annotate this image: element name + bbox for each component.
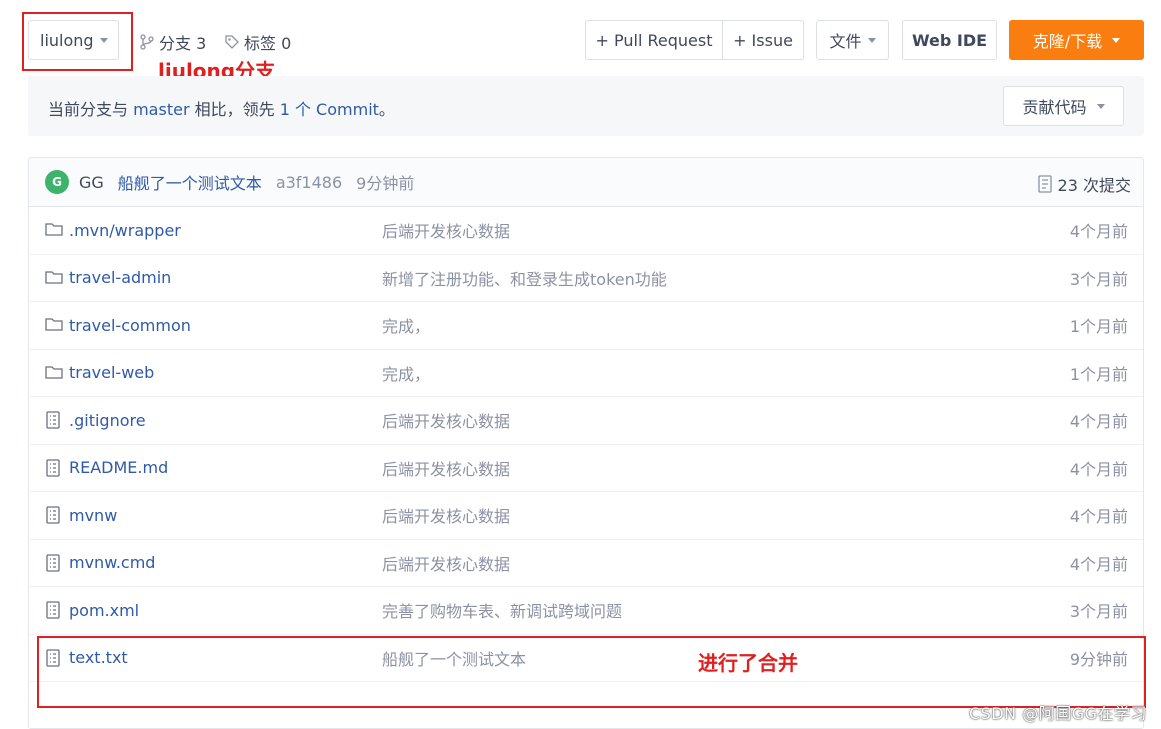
file-name-link[interactable]: travel-admin <box>69 268 171 287</box>
file-list: .mvn/wrapper 后端开发核心数据 4个月前 travel-admin 新增了注… <box>29 207 1143 682</box>
file-time: 3个月前 <box>1069 602 1128 622</box>
file-name-link[interactable]: mvnw <box>69 506 117 525</box>
file-dropdown-button[interactable]: 文件 <box>816 20 889 60</box>
tag-icon <box>225 35 239 49</box>
folder-icon <box>45 221 63 241</box>
chevron-down-icon <box>867 37 876 43</box>
file-name-link[interactable]: travel-web <box>69 363 154 382</box>
contribute-label: 贡献代码 <box>1022 98 1087 117</box>
commit-time: 9分钟前 <box>356 174 415 193</box>
branches-link[interactable]: 分支 3 <box>139 30 206 54</box>
branch-compare-bar: 当前分支与 master 相比，领先 1 个 Commit。 贡献代码 <box>28 76 1144 136</box>
file-dropdown-label: 文件 <box>829 32 862 51</box>
tags-label: 标签 0 <box>244 34 292 53</box>
table-row[interactable]: mvnw.cmd 后端开发核心数据 4个月前 <box>29 540 1143 587</box>
file-name-link[interactable]: README.md <box>69 458 168 477</box>
latest-commit-header: G GG 船舰了一个测试文本 a3f1486 9分钟前 23 次提交 <box>29 158 1143 207</box>
file-commit-message[interactable]: 后端开发核心数据 <box>382 503 510 527</box>
clone-download-label: 克隆/下载 <box>1032 32 1103 51</box>
table-row[interactable]: travel-web 完成， 1个月前 <box>29 350 1143 397</box>
file-commit-message[interactable]: 完善了购物车表、新调试跨域问题 <box>382 598 622 622</box>
commit-sha[interactable]: a3f1486 <box>276 173 342 192</box>
file-icon <box>45 601 61 623</box>
file-icon <box>45 506 61 528</box>
table-row[interactable]: travel-admin 新增了注册功能、和登录生成token功能 3个月前 <box>29 255 1143 302</box>
compare-commit-count-link[interactable]: 1 个 Commit <box>280 100 379 119</box>
contribute-button[interactable]: 贡献代码 <box>1003 86 1124 126</box>
file-commit-message[interactable]: 完成， <box>382 313 430 337</box>
merge-annotation: 进行了合并 <box>698 651 798 675</box>
file-time: 4个月前 <box>1069 459 1128 479</box>
file-time: 3个月前 <box>1069 269 1128 289</box>
file-time: 1个月前 <box>1069 364 1128 384</box>
table-row[interactable]: .mvn/wrapper 后端开发核心数据 4个月前 <box>29 207 1143 255</box>
folder-icon <box>45 269 63 289</box>
file-commit-message[interactable]: 后端开发核心数据 <box>382 218 510 242</box>
file-time: 4个月前 <box>1069 554 1128 574</box>
file-time: 4个月前 <box>1069 507 1128 527</box>
commit-history-icon <box>1037 175 1052 193</box>
commit-author[interactable]: GG <box>79 173 104 192</box>
commit-count-label: 23 次提交 <box>1057 176 1131 195</box>
table-row[interactable]: pom.xml 完善了购物车表、新调试跨域问题 3个月前 <box>29 587 1143 635</box>
file-name-link[interactable]: mvnw.cmd <box>69 553 155 572</box>
compare-prefix: 当前分支与 <box>48 100 134 119</box>
file-commit-message[interactable]: 新增了注册功能、和登录生成token功能 <box>382 266 667 290</box>
table-row[interactable]: README.md 后端开发核心数据 4个月前 <box>29 445 1143 492</box>
compare-suffix: 。 <box>378 100 395 119</box>
table-row[interactable]: .gitignore 后端开发核心数据 4个月前 <box>29 397 1143 445</box>
avatar[interactable]: G <box>45 170 69 194</box>
watermark: CSDN @阿国GG在学习 <box>968 704 1147 723</box>
web-ide-button[interactable]: Web IDE <box>902 20 997 60</box>
folder-icon <box>45 316 63 336</box>
table-row[interactable]: travel-common 完成， 1个月前 <box>29 302 1143 350</box>
compare-text: 当前分支与 master 相比，领先 1 个 Commit。 <box>48 96 395 120</box>
file-commit-message[interactable]: 后端开发核心数据 <box>382 408 510 432</box>
pull-request-button[interactable]: + Pull Request <box>585 20 723 60</box>
commit-count-link[interactable]: 23 次提交 <box>1037 172 1131 196</box>
commit-message-link[interactable]: 船舰了一个测试文本 <box>118 170 262 194</box>
issue-button[interactable]: + Issue <box>723 20 804 60</box>
chevron-down-icon <box>1096 103 1105 109</box>
file-time: 4个月前 <box>1069 412 1128 432</box>
file-commit-message[interactable]: 后端开发核心数据 <box>382 551 510 575</box>
branches-label: 分支 3 <box>159 34 207 53</box>
merge-highlight-box <box>37 636 1146 708</box>
file-commit-message[interactable]: 后端开发核心数据 <box>382 456 510 480</box>
file-name-link[interactable]: pom.xml <box>69 601 139 620</box>
file-commit-message[interactable]: 完成， <box>382 361 430 385</box>
folder-icon <box>45 364 63 384</box>
file-name-link[interactable]: .gitignore <box>69 411 146 430</box>
chevron-down-icon <box>1112 37 1121 43</box>
file-time: 1个月前 <box>1069 317 1128 337</box>
table-row[interactable]: mvnw 后端开发核心数据 4个月前 <box>29 492 1143 540</box>
file-icon <box>45 553 61 576</box>
branch-highlight-box <box>22 12 133 71</box>
tags-link[interactable]: 标签 0 <box>224 30 291 54</box>
file-icon <box>45 458 61 481</box>
compare-middle: 相比，领先 <box>189 100 280 119</box>
file-icon <box>45 411 61 433</box>
file-name-link[interactable]: travel-common <box>69 316 191 335</box>
clone-download-button[interactable]: 克隆/下载 <box>1009 20 1144 60</box>
file-name-link[interactable]: .mvn/wrapper <box>69 221 181 240</box>
file-time: 4个月前 <box>1069 222 1128 242</box>
compare-base-branch-link[interactable]: master <box>133 100 189 119</box>
branch-icon <box>140 34 154 50</box>
